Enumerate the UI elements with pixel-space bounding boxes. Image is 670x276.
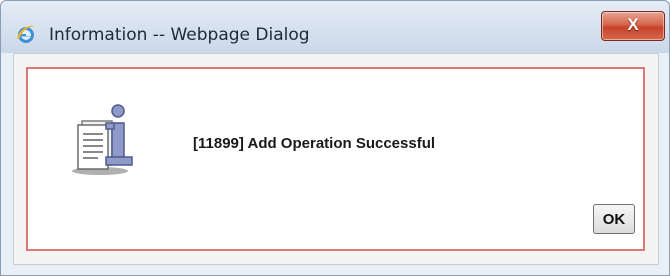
close-button[interactable]: X <box>601 11 665 41</box>
message-text: [11899] Add Operation Successful <box>193 135 436 152</box>
information-icon <box>72 104 133 175</box>
close-icon: X <box>627 15 639 34</box>
message-panel: [11899] Add Operation Successful OK <box>26 67 645 251</box>
internet-explorer-icon <box>17 25 35 43</box>
dialog-window: Information -- Webpage Dialog X [11899] … <box>0 0 670 276</box>
title-bar[interactable]: Information -- Webpage Dialog X <box>1 1 669 53</box>
dialog-client-area: [11899] Add Operation Successful OK <box>13 53 659 265</box>
ok-button[interactable]: OK <box>593 204 635 234</box>
window-title: Information -- Webpage Dialog <box>49 25 310 45</box>
